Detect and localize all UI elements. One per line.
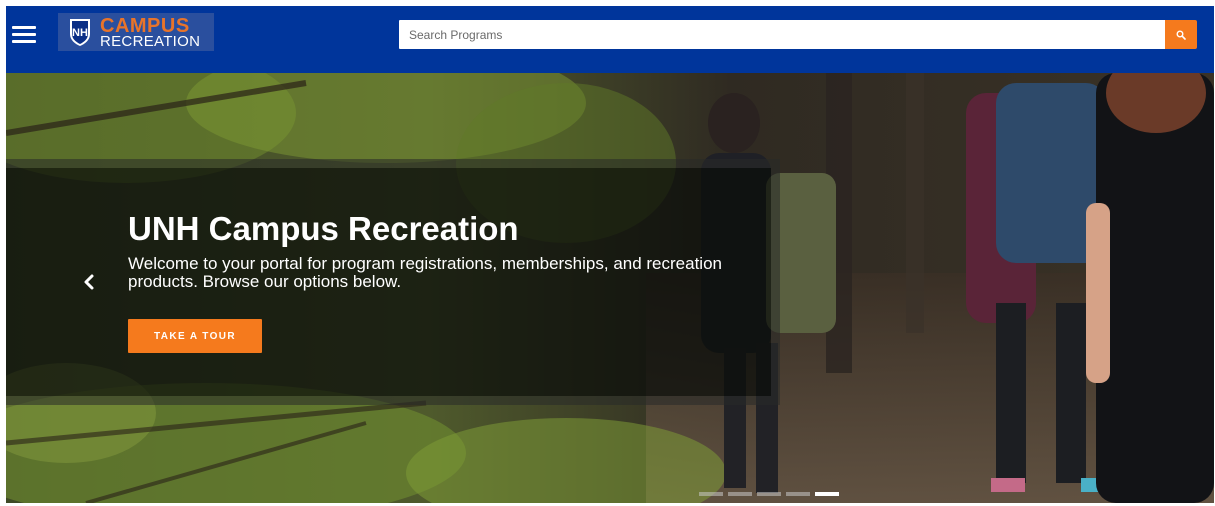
hamburger-bar	[12, 33, 36, 36]
hamburger-bar	[12, 40, 36, 43]
campus-recreation-logo[interactable]: NH CAMPUS RECREATION	[58, 13, 214, 51]
search-bar	[399, 20, 1197, 49]
hero-caption-panel: UNH Campus Recreation Welcome to your po…	[6, 168, 771, 396]
page-frame: NH CAMPUS RECREATION Search Programs UNH…	[6, 6, 1214, 503]
carousel-indicator[interactable]	[786, 492, 810, 496]
carousel-indicators	[699, 492, 839, 496]
carousel-indicator[interactable]	[728, 492, 752, 496]
hero-title: UNH Campus Recreation	[128, 210, 519, 247]
hamburger-menu-icon[interactable]	[12, 24, 36, 44]
site-header: NH CAMPUS RECREATION	[6, 6, 1214, 73]
logo-line-recreation: RECREATION	[100, 32, 201, 50]
carousel-indicator-active[interactable]	[815, 492, 839, 496]
unh-shield-icon: NH	[70, 19, 90, 46]
carousel-indicator[interactable]	[699, 492, 723, 496]
hero-carousel: UNH Campus Recreation Welcome to your po…	[6, 73, 1214, 503]
search-icon	[1176, 30, 1186, 40]
search-button[interactable]	[1165, 20, 1197, 49]
take-a-tour-button[interactable]: TAKE A TOUR	[128, 319, 262, 353]
logo-wordmark: CAMPUS RECREATION	[100, 16, 200, 49]
search-input[interactable]	[399, 20, 1165, 49]
chevron-left-icon[interactable]	[80, 272, 98, 292]
svg-text:NH: NH	[72, 27, 88, 39]
hero-description: Welcome to your portal for program regis…	[128, 254, 722, 291]
hamburger-bar	[12, 26, 36, 29]
carousel-indicator[interactable]	[757, 492, 781, 496]
